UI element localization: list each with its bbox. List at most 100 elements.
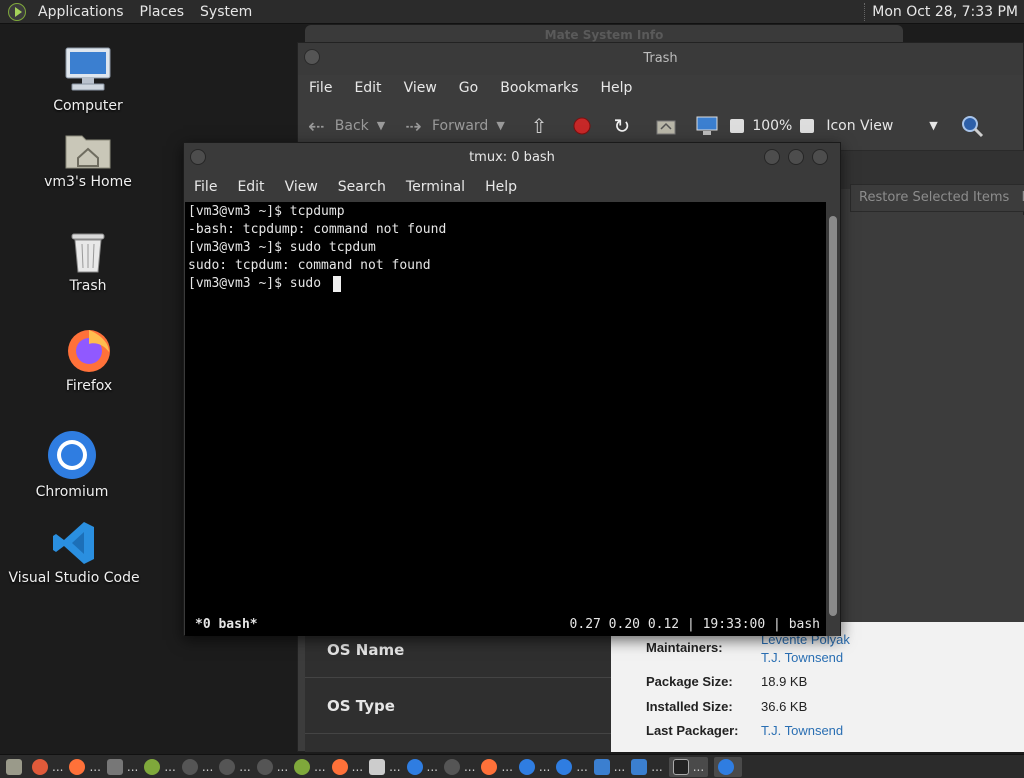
close-button[interactable]	[812, 149, 828, 165]
package-info-pane: Levente Polyak Maintainers: T.J. Townsen…	[611, 622, 1024, 752]
clock[interactable]: Mon Oct 28, 7:33 PM	[872, 4, 1024, 20]
taskbar-item[interactable]: ...	[256, 758, 288, 775]
restore-selected-items-button[interactable]: Restore Selected Items Er	[850, 184, 1024, 212]
app-icon	[219, 758, 236, 775]
reload-button[interactable]: ↻	[614, 114, 641, 138]
maximize-button[interactable]	[788, 149, 804, 165]
mate-logo-icon[interactable]	[8, 2, 26, 21]
window-icon	[106, 758, 123, 775]
terminal-titlebar[interactable]: tmux: 0 bash	[184, 143, 840, 173]
places-menu[interactable]: Places	[132, 0, 193, 24]
minimize-button[interactable]	[764, 149, 780, 165]
trash-titlebar[interactable]: Trash	[298, 43, 1023, 75]
chromium-icon	[518, 758, 535, 775]
taskbar-item[interactable]: ...	[406, 758, 438, 775]
back-button[interactable]: ⇠ Back ▼	[308, 114, 395, 138]
installed-size-row: Installed Size: 36.6 KB	[646, 699, 807, 714]
view-mode-select[interactable]: Icon View ▼	[826, 118, 937, 134]
desktop-home[interactable]: vm3's Home	[28, 130, 148, 190]
menu-terminal[interactable]: Terminal	[396, 179, 475, 195]
taskbar-item[interactable]: ...	[331, 758, 363, 775]
os-type-label: OS Type	[327, 696, 395, 715]
taskbar-item-active[interactable]	[714, 756, 743, 777]
applications-menu[interactable]: Applications	[30, 0, 132, 24]
maintainer-link[interactable]: T.J. Townsend	[761, 650, 843, 665]
search-button[interactable]	[960, 114, 984, 138]
forward-button[interactable]: ⇢ Forward ▼	[405, 114, 515, 138]
desktop-vscode-label: Visual Studio Code	[8, 570, 140, 586]
computer-small-icon	[696, 116, 718, 135]
zoom-control[interactable]: 100%	[730, 118, 815, 134]
taskbar-item[interactable]: ...	[181, 758, 213, 775]
menu-file[interactable]: File	[184, 179, 227, 195]
menu-view[interactable]: View	[275, 179, 328, 195]
taskbar-item[interactable]: ...	[144, 758, 176, 775]
desktop-computer[interactable]: Computer	[28, 46, 148, 114]
zoom-out-icon[interactable]	[730, 118, 745, 133]
desktop-chromium[interactable]: Chromium	[12, 430, 132, 500]
package-size-value: 18.9 KB	[761, 674, 808, 689]
taskbar-item[interactable]: ...	[106, 758, 138, 775]
menu-edit[interactable]: Edit	[343, 80, 392, 96]
terminal-line: [vm3@vm3 ~]$ sudo tcpdum	[188, 240, 376, 255]
home-button[interactable]	[656, 117, 676, 135]
zoom-in-icon[interactable]	[800, 118, 815, 133]
installed-size-value: 36.6 KB	[761, 699, 808, 714]
taskbar-item[interactable]: ...	[556, 758, 588, 775]
os-info-pane: OS Name OS Type	[305, 622, 611, 752]
chevron-down-icon: ▼	[929, 119, 938, 132]
menu-bookmarks[interactable]: Bookmarks	[489, 80, 589, 96]
show-desktop-button[interactable]	[6, 758, 26, 775]
scrollbar-thumb[interactable]	[829, 216, 837, 616]
dropdown-icon: ▼	[376, 119, 386, 132]
tmux-window-list[interactable]: *0 bash*	[195, 614, 258, 636]
menu-edit[interactable]: Edit	[227, 179, 274, 195]
computer-button[interactable]	[696, 116, 718, 136]
up-button[interactable]: ⇧	[531, 114, 558, 138]
desktop-trash[interactable]: Trash	[28, 230, 148, 294]
app-icon	[181, 758, 198, 775]
taskbar-item[interactable]: ...	[593, 758, 625, 775]
desktop-computer-label: Computer	[53, 98, 123, 114]
package-size-label: Package Size:	[646, 674, 733, 689]
tmux-status-right: 0.27 0.20 0.12 | 19:33:00 | bash	[569, 617, 820, 632]
firefox-icon	[481, 758, 498, 775]
os-name-label: OS Name	[327, 640, 405, 659]
taskbar-item[interactable]: ...	[631, 758, 663, 775]
os-type-row[interactable]: OS Type	[305, 678, 611, 734]
installed-size-label: Installed Size:	[646, 699, 733, 714]
maintainers-value-row: T.J. Townsend	[761, 650, 843, 665]
last-packager-link[interactable]: T.J. Townsend	[761, 723, 843, 738]
menu-view[interactable]: View	[393, 80, 448, 96]
taskbar-item[interactable]: ...	[481, 758, 513, 775]
menu-help[interactable]: Help	[589, 80, 643, 96]
bottom-taskbar: ... ... ... ... ... ... ... ... ... ... …	[0, 754, 1024, 778]
mate-icon	[294, 758, 311, 775]
forward-label: Forward	[432, 117, 489, 134]
menu-file[interactable]: File	[298, 80, 343, 96]
terminal-scrollbar[interactable]	[826, 202, 840, 636]
menu-search[interactable]: Search	[328, 179, 396, 195]
taskbar-item[interactable]: ...	[219, 758, 251, 775]
computer-icon	[631, 758, 648, 775]
terminal-window: tmux: 0 bash File Edit View Search Termi…	[183, 142, 841, 636]
taskbar-item[interactable]: ...	[69, 758, 101, 775]
terminal-output[interactable]: [vm3@vm3 ~]$ tcpdump -bash: tcpdump: com…	[185, 202, 828, 636]
desktop-vscode[interactable]: Visual Studio Code	[8, 520, 140, 586]
view-mode-label: Icon View	[826, 117, 894, 134]
taskbar-item[interactable]: ...	[32, 758, 63, 775]
terminal-prompt-line: [vm3@vm3 ~]$ sudo	[185, 275, 828, 293]
trash-title: Trash	[643, 51, 678, 66]
taskbar-item[interactable]: ...	[518, 758, 550, 775]
taskbar-item-terminal[interactable]: ...	[668, 756, 709, 777]
menu-help[interactable]: Help	[475, 179, 527, 195]
taskbar-item[interactable]: ...	[294, 758, 326, 775]
taskbar-item[interactable]: ...	[443, 758, 475, 775]
window-menu-button[interactable]	[304, 49, 320, 65]
stop-button[interactable]	[572, 116, 592, 136]
desktop-firefox[interactable]: Firefox	[29, 326, 149, 394]
taskbar-item[interactable]: ...	[369, 758, 401, 775]
menu-go[interactable]: Go	[448, 80, 489, 96]
system-menu[interactable]: System	[192, 0, 260, 24]
window-menu-button[interactable]	[190, 149, 206, 165]
